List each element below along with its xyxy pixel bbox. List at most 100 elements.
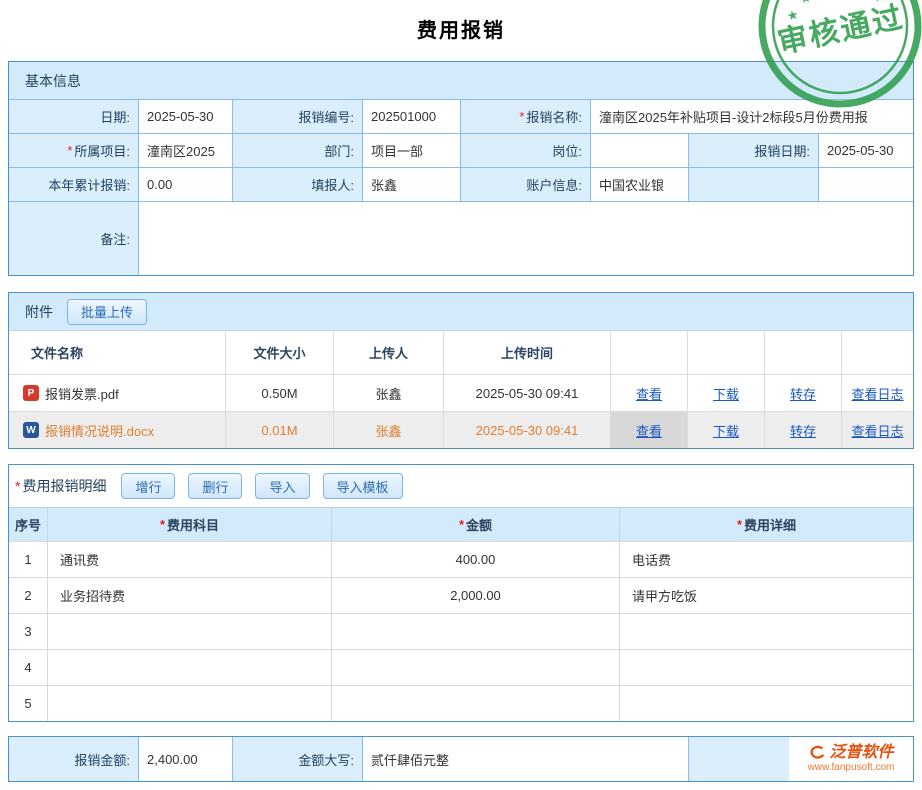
col-action-log <box>841 331 913 374</box>
batch-upload-button[interactable]: 批量上传 <box>67 299 147 325</box>
col-amount-text: 金额 <box>466 515 492 534</box>
subject-cell[interactable] <box>47 650 331 685</box>
details-title-text: 费用报销明细 <box>22 476 106 496</box>
detail-cell[interactable] <box>619 614 913 649</box>
filler-label: 填报人: <box>232 168 362 201</box>
file-size: 0.01M <box>225 412 333 448</box>
col-uploader: 上传人 <box>333 331 443 374</box>
view-log-link[interactable]: 查看日志 <box>851 384 903 403</box>
basic-info-row-remark: 备注: <box>9 201 913 275</box>
required-mark: * <box>519 109 524 124</box>
reimb-date-value: 2025-05-30 <box>818 134 913 167</box>
project-label-text: 所属项目: <box>74 141 130 160</box>
account-label: 账户信息: <box>460 168 590 201</box>
detail-cell[interactable] <box>619 650 913 685</box>
row-no: 3 <box>9 614 47 649</box>
reimb-date-label-text: 报销日期: <box>754 141 810 160</box>
save-as-link[interactable]: 转存 <box>790 384 816 403</box>
amount-words-label: 金额大写: <box>232 737 362 781</box>
detail-cell[interactable] <box>619 686 913 721</box>
subject-cell[interactable] <box>47 614 331 649</box>
basic-info-row-3: 本年累计报销: 0.00 填报人: 张鑫 账户信息: 中国农业银 <box>9 167 913 201</box>
account-value: 中国农业银 <box>590 168 688 201</box>
download-link[interactable]: 下载 <box>713 421 739 440</box>
delete-row-button[interactable]: 删行 <box>188 473 242 499</box>
uploader: 张鑫 <box>333 375 443 411</box>
reimb-date-label: 报销日期: <box>688 134 818 167</box>
import-template-button[interactable]: 导入模板 <box>323 473 403 499</box>
amount-words-label-text: 金额大写: <box>298 750 354 769</box>
basic-info-header: 基本信息 <box>9 62 913 99</box>
detail-row: 1 通讯费 400.00 电话费 <box>9 541 913 577</box>
col-upload-time: 上传时间 <box>443 331 610 374</box>
col-subject-text: 费用科目 <box>167 515 219 534</box>
view-log-link[interactable]: 查看日志 <box>851 421 903 440</box>
attachment-row[interactable]: P 报销发票.pdf 0.50M 张鑫 2025-05-30 09:41 查看 … <box>9 374 913 411</box>
subject-cell[interactable]: 通讯费 <box>47 542 331 577</box>
col-action-download <box>687 331 764 374</box>
reimb-no-label-text: 报销编号: <box>298 107 354 126</box>
col-detail-text: 费用详细 <box>744 515 796 534</box>
amount-cell[interactable] <box>331 650 619 685</box>
post-label-text: 岗位: <box>552 141 582 160</box>
amount-cell[interactable]: 400.00 <box>331 542 619 577</box>
row-no: 4 <box>9 650 47 685</box>
pdf-file-icon: P <box>23 385 39 401</box>
attachment-row[interactable]: W 报销情况说明.docx 0.01M 张鑫 2025-05-30 09:41 … <box>9 411 913 448</box>
download-link[interactable]: 下载 <box>713 384 739 403</box>
filler-value: 张鑫 <box>362 168 460 201</box>
file-name: 报销情况说明.docx <box>45 421 154 440</box>
reimb-no-label: 报销编号: <box>232 100 362 133</box>
subject-cell[interactable] <box>47 686 331 721</box>
save-as-link[interactable]: 转存 <box>790 421 816 440</box>
required-mark: * <box>67 143 72 158</box>
reimb-name-label: *报销名称: <box>460 100 590 133</box>
col-amount: *金额 <box>331 508 619 541</box>
post-value <box>590 134 688 167</box>
file-size: 0.50M <box>225 375 333 411</box>
vendor-logo-block: 泛普软件 www.fanpusoft.com <box>808 744 895 774</box>
action-cell: 查看 <box>610 375 687 411</box>
reimb-name-value: 潼南区2025年补贴项目-设计2标段5月份费用报 <box>590 100 913 133</box>
ytd-label: 本年累计报销: <box>9 168 138 201</box>
basic-info-row-1: 日期: 2025-05-30 报销编号: 202501000 *报销名称: 潼南… <box>9 99 913 133</box>
amount-cell[interactable]: 2,000.00 <box>331 578 619 613</box>
amount-cell[interactable] <box>331 686 619 721</box>
detail-cell[interactable]: 请甲方吃饭 <box>619 578 913 613</box>
view-link[interactable]: 查看 <box>636 384 662 403</box>
expense-details-section: * 费用报销明细 增行 删行 导入 导入模板 序号 *费用科目 *金额 *费用详… <box>8 464 914 722</box>
vendor-logo-row: 泛普软件 <box>808 744 893 762</box>
page-title: 费用报销 <box>0 0 922 43</box>
amount-cell[interactable] <box>331 614 619 649</box>
remark-label: 备注: <box>9 202 138 275</box>
col-file-size: 文件大小 <box>225 331 333 374</box>
action-cell: 转存 <box>764 412 841 448</box>
view-link[interactable]: 查看 <box>636 421 662 440</box>
attachments-title: 附件 <box>25 302 53 322</box>
ytd-value: 0.00 <box>138 168 232 201</box>
col-action-save <box>764 331 841 374</box>
action-cell: 查看日志 <box>841 412 913 448</box>
subject-cell[interactable]: 业务招待费 <box>47 578 331 613</box>
remark-label-text: 备注: <box>100 229 130 248</box>
detail-cell[interactable]: 电话费 <box>619 542 913 577</box>
col-file-name: 文件名称 <box>9 331 225 374</box>
detail-row: 3 <box>9 613 913 649</box>
account-label-text: 账户信息: <box>526 175 582 194</box>
basic-info-section: 基本信息 日期: 2025-05-30 报销编号: 202501000 *报销名… <box>8 61 914 276</box>
total-amount-label: 报销金额: <box>9 737 138 781</box>
reimb-no-value: 202501000 <box>362 100 460 133</box>
import-button[interactable]: 导入 <box>255 473 309 499</box>
details-toolbar: * 费用报销明细 增行 删行 导入 导入模板 <box>9 465 913 507</box>
detail-row: 2 业务招待费 2,000.00 请甲方吃饭 <box>9 577 913 613</box>
add-row-button[interactable]: 增行 <box>121 473 175 499</box>
total-amount-label-text: 报销金额: <box>74 750 130 769</box>
filler-label-text: 填报人: <box>311 175 354 194</box>
attachments-header: 附件 批量上传 <box>9 293 913 330</box>
required-mark: * <box>737 517 742 532</box>
summary-bar: 报销金额: 2,400.00 金额大写: 贰仟肆佰元整 泛普软件 www.fan… <box>8 736 914 782</box>
dept-label-text: 部门: <box>324 141 354 160</box>
fanpu-logo-icon <box>808 745 826 761</box>
basic-info-title: 基本信息 <box>25 71 81 91</box>
amount-words-value: 贰仟肆佰元整 <box>362 737 688 781</box>
